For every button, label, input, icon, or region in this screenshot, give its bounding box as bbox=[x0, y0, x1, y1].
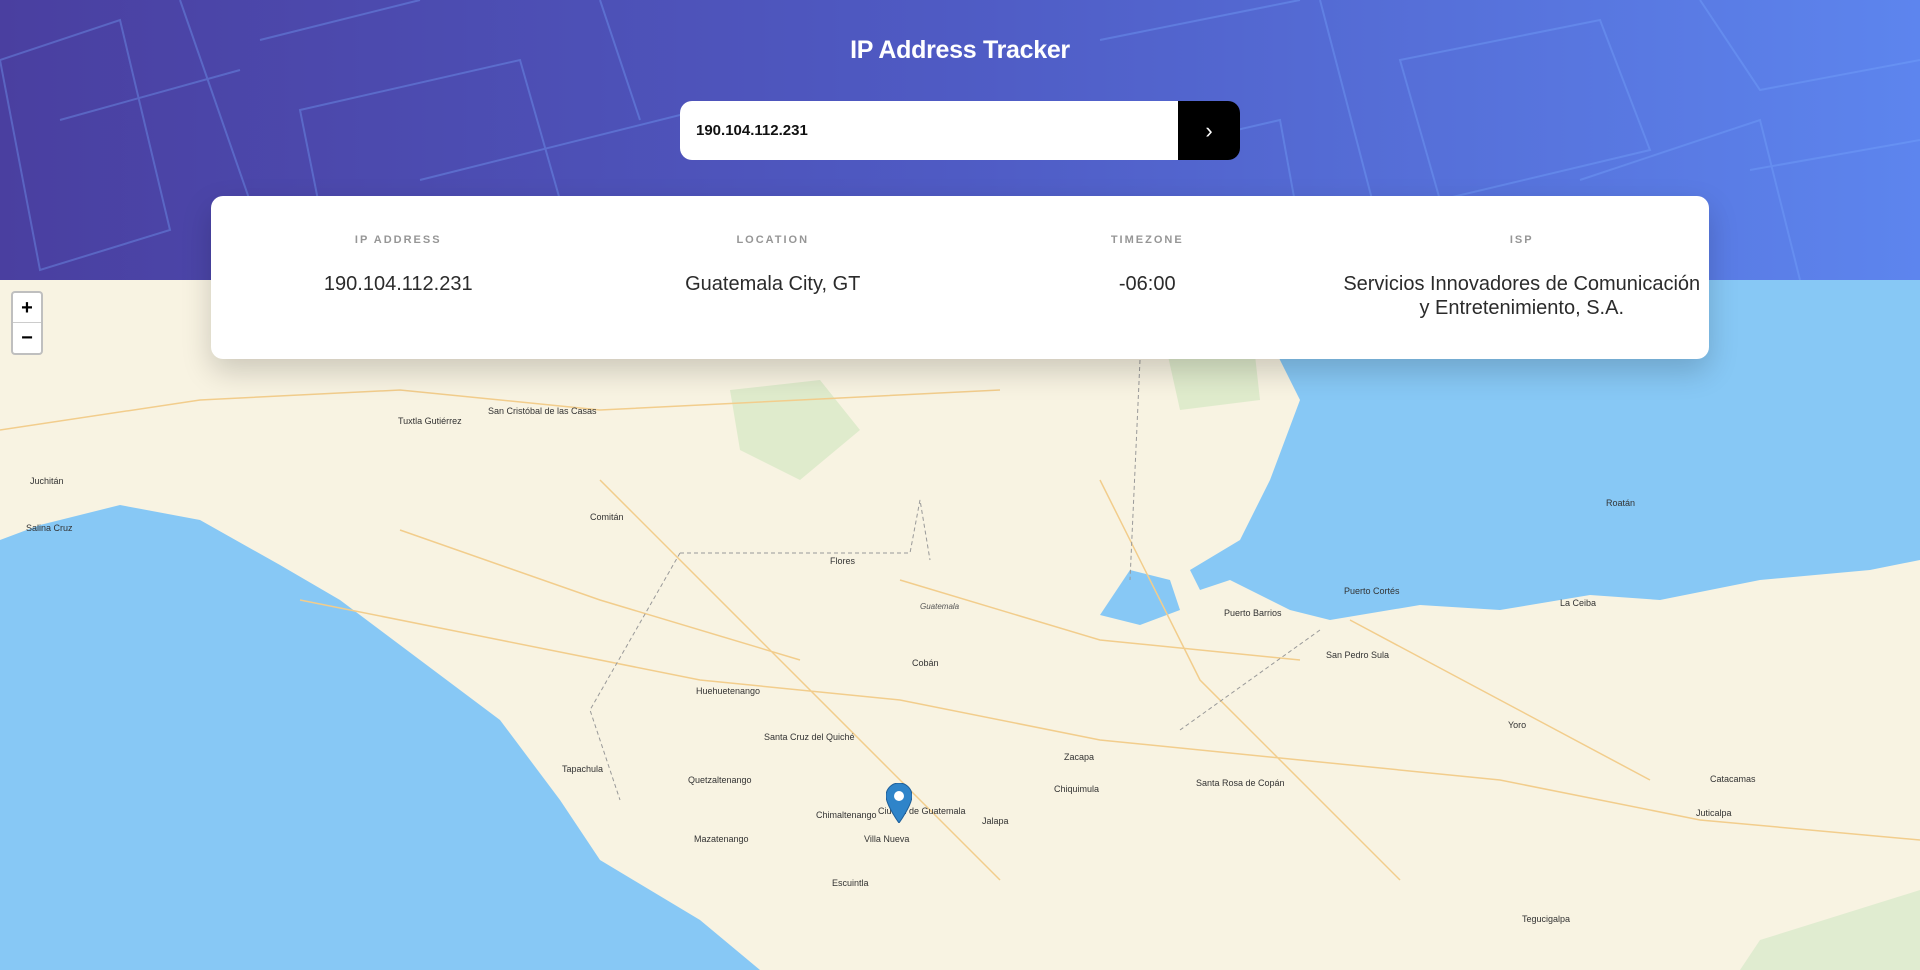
ip-search-input[interactable] bbox=[680, 101, 1178, 160]
info-value: 190.104.112.231 bbox=[323, 273, 473, 295]
map-label: Catacamas bbox=[1710, 774, 1756, 784]
map-label: Juchitán bbox=[30, 476, 64, 486]
map-label: Yoro bbox=[1508, 720, 1527, 730]
info-value: Servicios Innovadores de Comunicación y … bbox=[1343, 273, 1701, 319]
location-marker-icon[interactable] bbox=[885, 782, 913, 828]
map-label: La Ceiba bbox=[1560, 598, 1597, 608]
info-value: Guatemala City, GT bbox=[685, 273, 861, 295]
info-timezone: TIMEZONE -06:00 bbox=[960, 196, 1335, 359]
search-submit-button[interactable]: › bbox=[1178, 101, 1240, 160]
search-bar: › bbox=[680, 101, 1240, 160]
ip-info-card: IP ADDRESS 190.104.112.231 LOCATION Guatem… bbox=[211, 196, 1709, 359]
map-label: Cobán bbox=[912, 658, 939, 668]
map-label: Tuxtla Gutiérrez bbox=[398, 416, 462, 426]
info-location: LOCATION Guatemala City, GT bbox=[586, 196, 961, 359]
map-label: Chiquimula bbox=[1054, 784, 1100, 794]
map-tiles bbox=[0, 280, 1920, 970]
info-label: IP ADDRESS bbox=[354, 234, 442, 246]
info-isp: ISP Servicios Innovadores de Comunicación… bbox=[1335, 196, 1710, 359]
map-label: Huehuetenango bbox=[696, 686, 761, 696]
map-label: Mazatenango bbox=[694, 834, 749, 844]
zoom-in-button[interactable]: + bbox=[13, 293, 41, 323]
info-label: LOCATION bbox=[736, 234, 810, 246]
map-label: Comitán bbox=[590, 512, 624, 522]
info-label: TIMEZONE bbox=[1110, 234, 1184, 246]
map-label: Escuintla bbox=[832, 878, 869, 888]
info-label: ISP bbox=[1509, 234, 1534, 246]
map-label: Guatemala bbox=[920, 602, 960, 611]
page-title: IP Address Tracker bbox=[850, 36, 1070, 64]
info-ip-address: IP ADDRESS 190.104.112.231 bbox=[211, 196, 586, 359]
map-label: Puerto Barrios bbox=[1224, 608, 1282, 618]
map-label: Villa Nueva bbox=[864, 834, 910, 844]
map-label: Tapachula bbox=[562, 764, 604, 774]
map-label: Quetzaltenango bbox=[688, 775, 752, 785]
map[interactable]: Tuxtla Gutiérrez San Cristóbal de las Ca… bbox=[0, 280, 1920, 970]
map-label: Jalapa bbox=[982, 816, 1009, 826]
map-label: Santa Rosa de Copán bbox=[1196, 778, 1285, 788]
map-label: Zacapa bbox=[1064, 752, 1095, 762]
map-label: Puerto Cortés bbox=[1344, 586, 1400, 596]
map-label: San Cristóbal de las Casas bbox=[488, 406, 597, 416]
map-label: Juticalpa bbox=[1696, 808, 1732, 818]
map-label: Chimaltenango bbox=[816, 810, 877, 820]
map-label: Santa Cruz del Quiché bbox=[764, 732, 855, 742]
map-label: Salina Cruz bbox=[26, 523, 73, 533]
zoom-control: + − bbox=[11, 291, 43, 355]
info-value: -06:00 bbox=[1118, 273, 1176, 295]
zoom-out-button[interactable]: − bbox=[13, 323, 41, 353]
map-label: Flores bbox=[830, 556, 856, 566]
map-label: Roatán bbox=[1606, 498, 1636, 508]
map-label: San Pedro Sula bbox=[1326, 650, 1390, 660]
map-label: Tegucigalpa bbox=[1522, 914, 1571, 924]
chevron-right-icon: › bbox=[1205, 117, 1213, 143]
